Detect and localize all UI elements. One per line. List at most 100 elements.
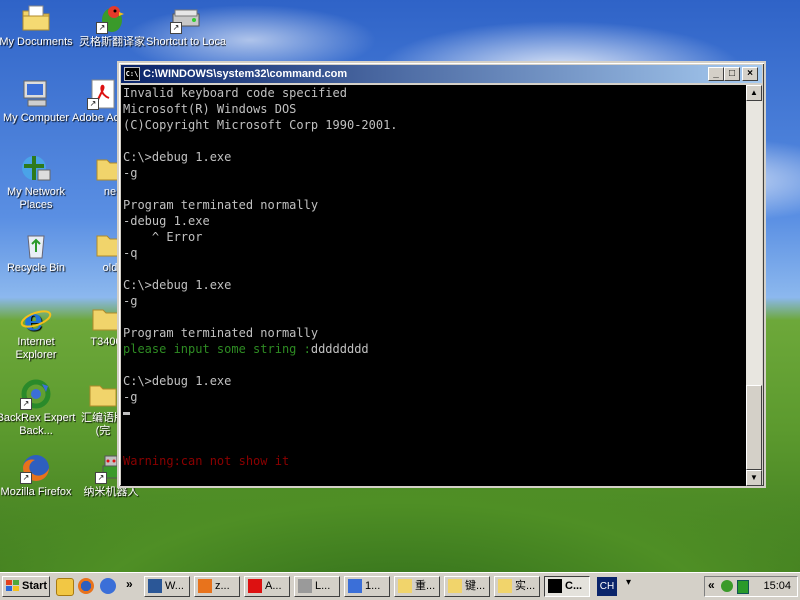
taskbar-button-9[interactable]: C...: [544, 576, 590, 597]
tray-parrot-icon[interactable]: [721, 580, 733, 592]
console-line-text: -g: [123, 390, 138, 404]
icon-label: My Documents: [0, 36, 73, 48]
quicklaunch-ie-icon[interactable]: [100, 578, 116, 594]
tray-expand-button[interactable]: «: [708, 578, 715, 592]
quicklaunch-firefox-icon[interactable]: [78, 578, 94, 594]
taskbar-button-label: 重...: [415, 580, 436, 592]
vertical-scrollbar[interactable]: ▲ ▼: [746, 85, 762, 486]
svg-text:e: e: [24, 303, 43, 334]
taskbar-button-label: 键...: [465, 580, 486, 592]
icon-label: 灵格斯翻译家: [79, 36, 145, 48]
taskbar-button-label: 实...: [515, 580, 536, 592]
console-line: -g: [123, 389, 747, 405]
icon-label: My Network Places: [6, 186, 66, 211]
shortcut-arrow-icon: ↗: [20, 398, 32, 410]
scroll-down-button[interactable]: ▼: [746, 470, 762, 486]
firefox-icon: ↗: [20, 452, 52, 484]
tray-network-icon[interactable]: [737, 580, 749, 594]
console-line: Program terminated normally: [123, 325, 747, 341]
desktop-icon-internet-explorer[interactable]: e Internet Explorer: [0, 302, 76, 362]
close-button[interactable]: ×: [742, 67, 758, 81]
console-line: (C)Copyright Microsoft Corp 1990-2001.: [123, 117, 747, 133]
folder-icon: [498, 579, 512, 593]
taskbar-button-2[interactable]: z...: [194, 576, 240, 597]
icon-label: Mozilla Firefox: [0, 486, 72, 498]
console-line-text: (C)Copyright Microsoft Corp 1990-2001.: [123, 118, 398, 132]
quicklaunch-expand-icon[interactable]: »: [126, 577, 133, 591]
maximize-button[interactable]: □: [724, 67, 740, 81]
taskbar-button-label: A...: [265, 580, 282, 592]
desktop-icon-local-disk[interactable]: ↗ Shortcut to Local Disk (C): [146, 2, 226, 49]
desktop-icon-network-places[interactable]: My Network Places: [0, 152, 76, 212]
scroll-up-button[interactable]: ▲: [746, 85, 762, 101]
folder-icon: [448, 579, 462, 593]
acrobat-icon: ↗: [87, 78, 119, 110]
desktop-icon-firefox[interactable]: ↗ Mozilla Firefox: [0, 452, 76, 499]
taskbar-button-5[interactable]: 1...: [344, 576, 390, 597]
console-line-text: Microsoft(R) Windows DOS: [123, 102, 297, 116]
quicklaunch-clock-icon[interactable]: [56, 578, 74, 596]
console-line: Program terminated normally: [123, 197, 747, 213]
console-line: C:\>debug 1.exe: [123, 149, 747, 165]
folder-icon: [87, 378, 119, 410]
taskbar: Start » W... z... A... L... 1... 重... 键... 实...…: [0, 572, 800, 600]
shortcut-arrow-icon: ↗: [170, 22, 182, 34]
console-line-text: please input some string :: [123, 342, 311, 356]
icon-label: Internet Explorer: [15, 336, 57, 361]
desktop[interactable]: My Documents ↗ 灵格斯翻译家 ↗ Shortcut to Loca…: [0, 0, 800, 572]
icon-label: Recycle Bin: [6, 262, 66, 274]
console-line: C:\>debug 1.exe: [123, 277, 747, 293]
taskbar-button-label: 1...: [365, 580, 381, 592]
console-user-input: dddddddd: [310, 342, 369, 356]
language-indicator[interactable]: CH: [597, 577, 617, 596]
desktop-icon-lingoes[interactable]: ↗ 灵格斯翻译家: [72, 2, 152, 49]
word-icon: [148, 579, 162, 593]
taskbar-button-8[interactable]: 实...: [494, 576, 540, 597]
desktop-icon-recycle-bin[interactable]: Recycle Bin: [0, 228, 76, 275]
console-line-text: C:\>debug 1.exe: [123, 150, 232, 164]
window-title: C:\WINDOWS\system32\command.com: [143, 68, 348, 80]
console-line: -g: [123, 165, 747, 181]
recycle-bin-icon: [20, 228, 52, 260]
icon-label: Shortcut to Local Disk (C): [146, 36, 226, 48]
minimize-button[interactable]: _: [708, 67, 724, 81]
desktop-icon-my-documents[interactable]: My Documents: [0, 2, 76, 49]
console-line: -debug 1.exe: [123, 213, 747, 229]
taskbar-button-4[interactable]: L...: [294, 576, 340, 597]
console-line-text: C:\>debug 1.exe: [123, 278, 232, 292]
shortcut-arrow-icon: ↗: [20, 472, 32, 484]
taskbar-button-1[interactable]: W...: [144, 576, 190, 597]
console-line: Invalid keyboard code specified: [123, 85, 747, 101]
windows-logo-icon: [6, 580, 19, 592]
icon-label: My Computer: [2, 112, 70, 124]
console-output[interactable]: Invalid keyboard code specified Microsoft…: [121, 85, 747, 486]
system-tray: « 15:04: [704, 576, 798, 597]
language-menu-arrow-icon[interactable]: ▾: [626, 577, 631, 588]
taskbar-button-7[interactable]: 键...: [444, 576, 490, 597]
scrollbar-thumb[interactable]: [746, 385, 762, 470]
console-line-text: -g: [123, 294, 138, 308]
taskbar-button-label: z...: [215, 580, 230, 592]
desktop-icon-backrex[interactable]: ↗ BackRex Expert Back...: [0, 378, 76, 438]
window-titlebar[interactable]: C:\ C:\WINDOWS\system32\command.com _ □ …: [121, 65, 762, 83]
shortcut-arrow-icon: ↗: [96, 22, 108, 34]
console-line: please input some string :dddddddd: [123, 341, 747, 357]
start-button[interactable]: Start: [2, 576, 50, 597]
ie-icon: e: [20, 302, 52, 338]
taskbar-button-6[interactable]: 重...: [394, 576, 440, 597]
command-window[interactable]: C:\ C:\WINDOWS\system32\command.com _ □ …: [117, 61, 766, 488]
folder-icon: [398, 579, 412, 593]
desktop-icon-my-computer[interactable]: My Computer: [0, 78, 76, 125]
console-line: C:\>debug 1.exe: [123, 373, 747, 389]
drive-icon: ↗: [170, 2, 202, 34]
taskbar-button-label: W...: [165, 580, 184, 592]
console-line-text: Warning:can not show it: [123, 454, 290, 468]
clock[interactable]: 15:04: [763, 577, 791, 596]
taskbar-button-3[interactable]: A...: [244, 576, 290, 597]
